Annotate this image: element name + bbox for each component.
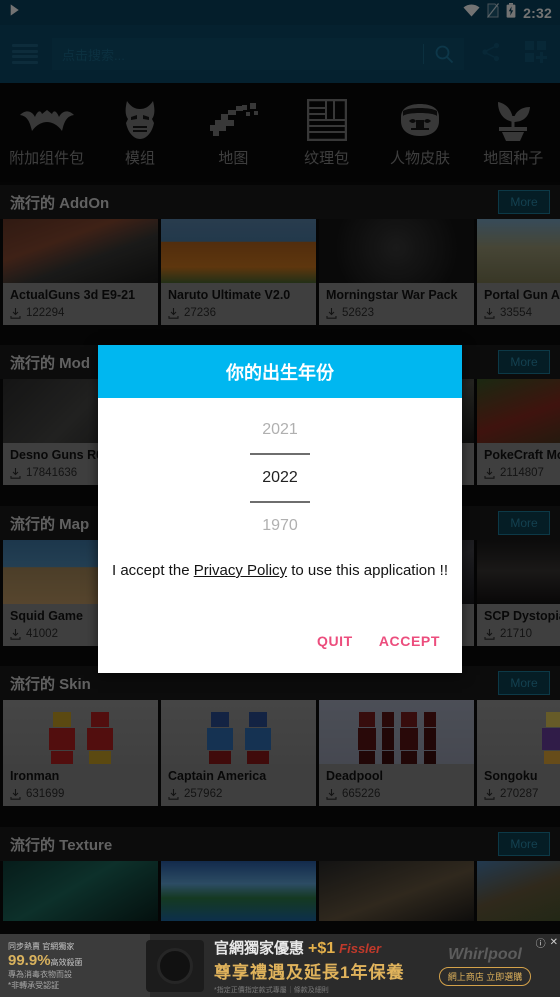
dialog-actions: QUIT ACCEPT <box>98 633 462 673</box>
ad-left-line1: 同步熱賣 官網獨家 <box>8 941 75 951</box>
ad-percent: 99.9% <box>8 951 51 969</box>
quit-button[interactable]: QUIT <box>317 633 353 649</box>
ad-banner[interactable]: 同步熱賣 官網獨家 99.9%高效殺菌 專為消毒衣物而設 *非轉承受認証 官網獨… <box>0 934 560 997</box>
ad-price-plus: +$1 <box>308 939 336 957</box>
ad-cta-button[interactable]: 網上商店 立即選購 <box>438 966 532 986</box>
ad-middle-panel: 官網獨家優惠 +$1 Fissler 尊享禮遇及延長1年保養 *指定正價指定款式… <box>204 934 410 997</box>
year-option-next[interactable]: 1970 <box>262 503 298 549</box>
dialog-title: 你的出生年份 <box>226 362 334 383</box>
consent-prefix: I accept the <box>111 562 194 579</box>
consent-text: I accept the Privacy Policy to use this … <box>98 558 462 579</box>
dialog-header: 你的出生年份 <box>98 345 462 398</box>
ad-controls: ⓘ ✕ <box>536 935 558 950</box>
ad-brand-fissler: Fissler <box>339 940 382 956</box>
consent-suffix: to use this application !! <box>287 562 448 579</box>
ad-subheadline: 尊享禮遇及延長1年保養 <box>214 962 405 982</box>
accept-button[interactable]: ACCEPT <box>379 633 440 649</box>
ad-product-washer-image <box>146 939 204 992</box>
ad-percent-suffix: 高效殺菌 <box>50 957 83 967</box>
ad-info-icon[interactable]: ⓘ <box>536 935 546 950</box>
ad-left-line4: *非轉承受認証 <box>8 980 60 990</box>
ad-fineprint: *指定正價指定款式專屬｜條款及細則 <box>214 986 329 994</box>
ad-headline-row: 官網獨家優惠 +$1 Fissler <box>214 937 410 958</box>
ad-left-panel: 同步熱賣 官網獨家 99.9%高效殺菌 專為消毒衣物而設 *非轉承受認証 <box>0 934 150 997</box>
ad-headline: 官網獨家優惠 <box>214 939 305 957</box>
year-picker[interactable]: 2021 2022 1970 <box>98 398 462 558</box>
app-screen: 2:32 点击搜索... <box>0 0 560 997</box>
privacy-policy-link[interactable]: Privacy Policy <box>194 562 287 579</box>
ad-left-line3: 專為消毒衣物而設 <box>8 969 72 979</box>
year-option-previous[interactable]: 2021 <box>262 407 298 453</box>
ad-brand-whirlpool: Whirlpool <box>448 945 522 963</box>
ad-close-icon[interactable]: ✕ <box>550 937 558 948</box>
year-option-selected[interactable]: 2022 <box>262 455 298 501</box>
ad-left-line2: 99.9%高效殺菌 <box>8 952 150 969</box>
birth-year-dialog: 你的出生年份 2021 2022 1970 I accept the Priva… <box>98 345 462 673</box>
